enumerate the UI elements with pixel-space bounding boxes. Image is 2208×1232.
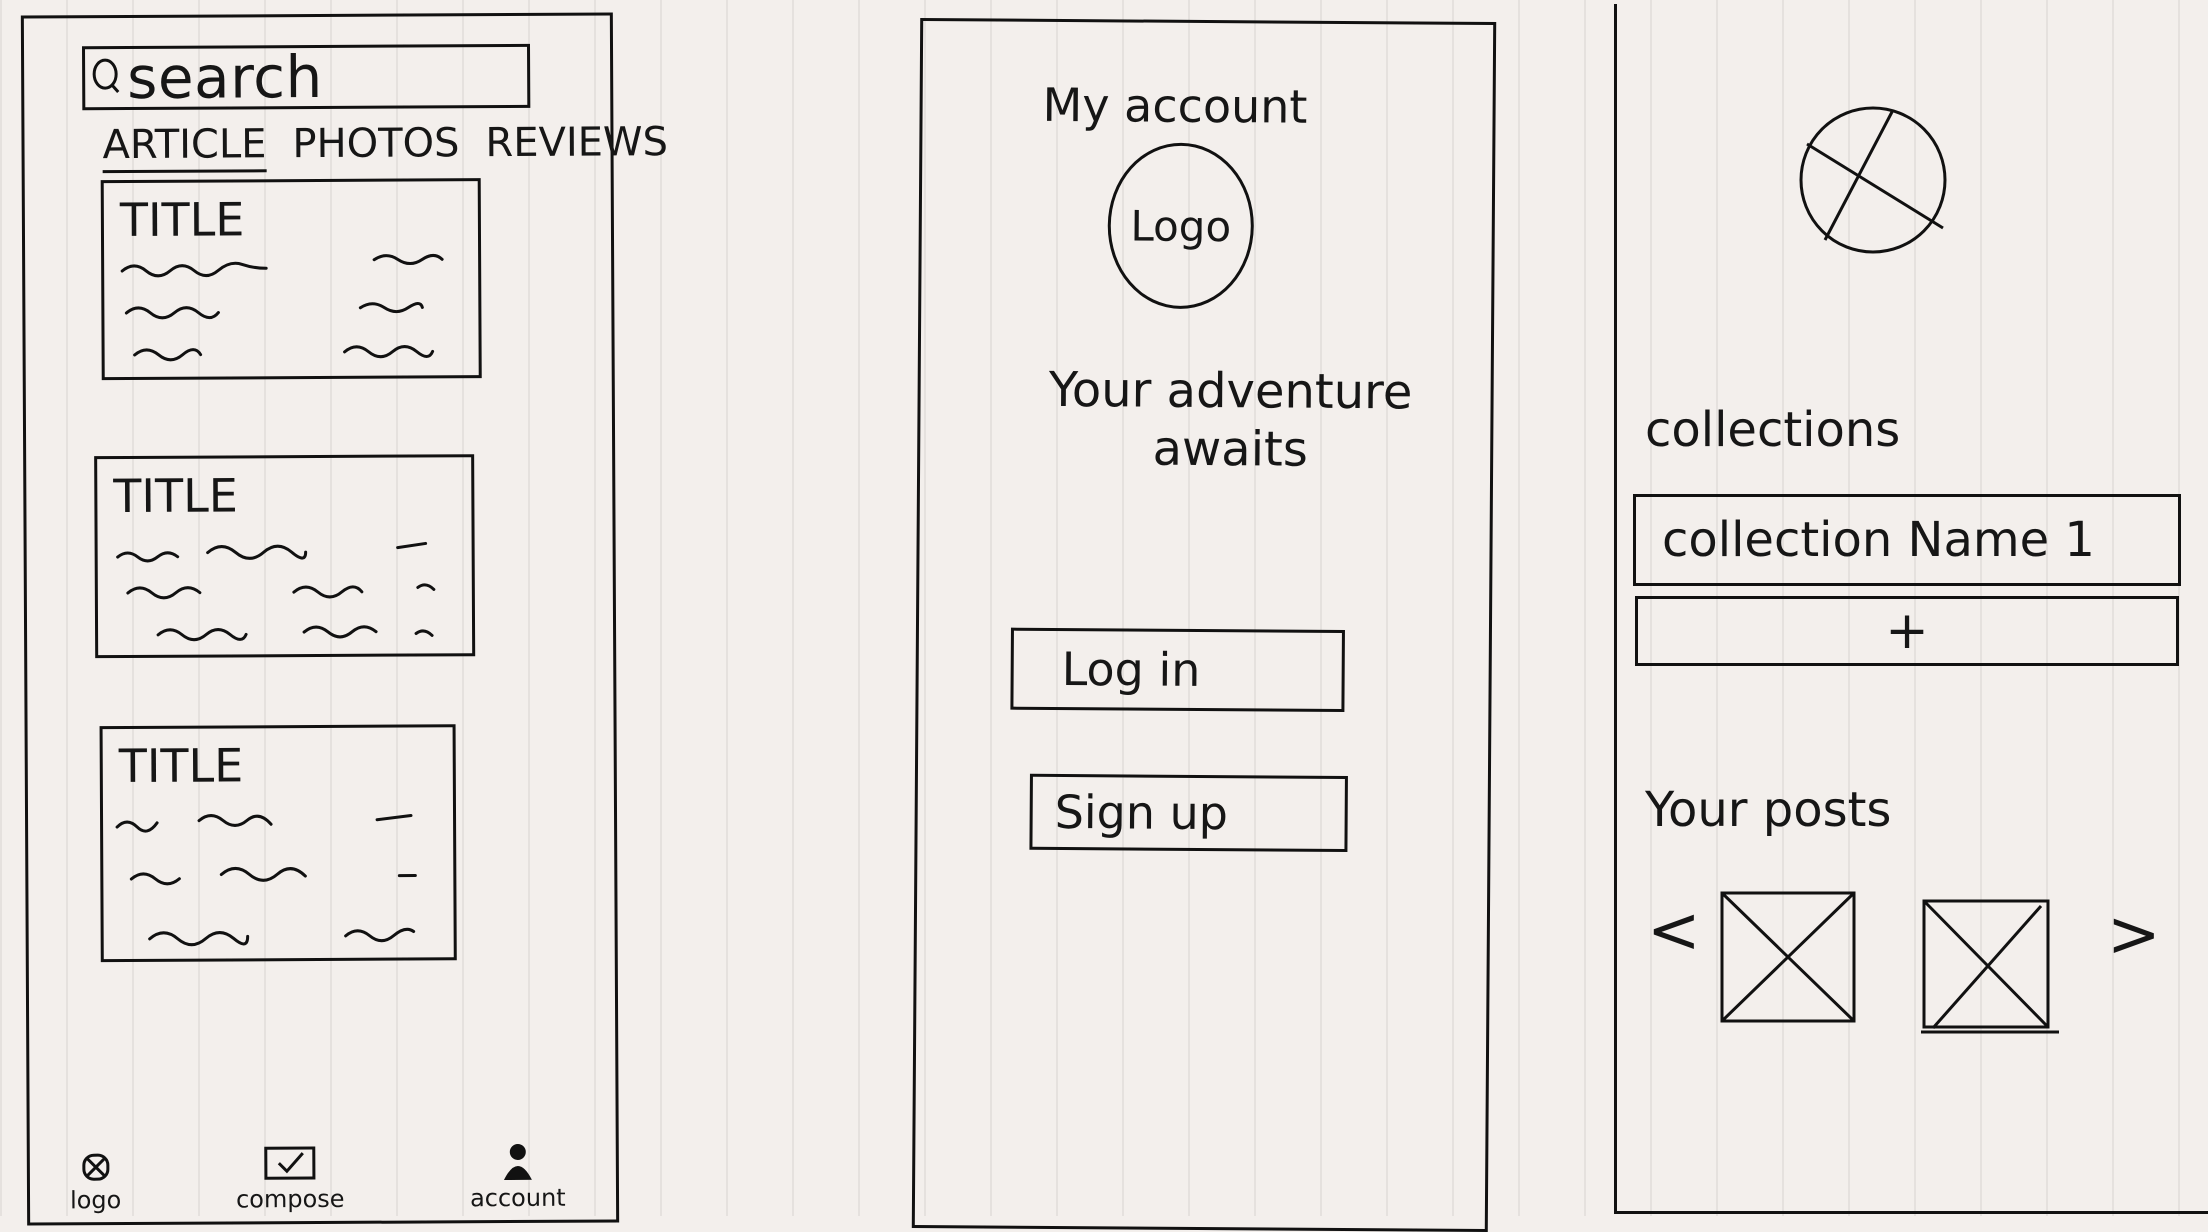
post-thumbnail[interactable] [1719,890,1857,1026]
nav-compose-label: compose [235,1184,345,1214]
signup-button[interactable]: Sign up [1029,773,1348,853]
signup-button-label: Sign up [1054,784,1229,841]
placeholder-text-lines [120,253,444,362]
tagline: Your adventure awaits [1048,361,1413,478]
nav-home-label: logo [69,1186,122,1215]
person-icon [503,1143,532,1181]
placeholder-text-lines [116,541,436,642]
logo-text: Logo [1130,200,1232,251]
posts-heading: Your posts [1645,782,1892,838]
app-logo: Logo [1107,142,1255,310]
search-icon [91,54,121,102]
post-thumbnail[interactable] [1921,898,2059,1034]
article-card[interactable]: TITLE [99,724,457,963]
collection-item[interactable]: collection Name 1 [1633,494,2181,586]
login-button-label: Log in [1061,642,1201,697]
nav-home[interactable]: logo [69,1152,122,1215]
search-input[interactable]: search [81,42,531,113]
login-screen: My account Logo Your adventure awaits Lo… [911,18,1497,1232]
placeholder-text-lines [115,814,417,947]
tab-reviews[interactable]: REVIEWS [485,119,668,171]
bottom-nav: logo compose account [30,1123,616,1222]
nav-compose[interactable]: compose [235,1145,345,1214]
checkbox-icon [264,1146,316,1180]
collection-name: collection Name 1 [1662,512,2095,568]
plus-icon: + [1885,601,1929,661]
login-button[interactable]: Log in [1010,627,1345,712]
add-collection-button[interactable]: + [1635,596,2179,666]
feed-screen: search ARTICLE PHOTOS REVIEWS TITLE TITL… [20,12,668,1226]
profile-screen: collections collection Name 1 + Your pos… [1614,4,2208,1214]
nav-account[interactable]: account [470,1140,566,1212]
search-placeholder: search [126,42,324,113]
tab-article[interactable]: ARTICLE [102,121,267,174]
collections-heading: collections [1645,402,1901,458]
article-card[interactable]: TITLE [94,454,476,659]
logo-placeholder-icon [81,1153,110,1181]
next-arrow-icon[interactable]: > [2107,898,2161,972]
nav-account-label: account [469,1183,566,1213]
image-placeholder-icon [1799,106,1947,254]
page-title: My account [1042,77,1308,134]
prev-arrow-icon[interactable]: < [1647,894,1701,968]
tab-photos[interactable]: PHOTOS [292,120,459,172]
article-card[interactable]: TITLE [100,178,482,381]
tab-bar: ARTICLE PHOTOS REVIEWS [102,119,668,174]
